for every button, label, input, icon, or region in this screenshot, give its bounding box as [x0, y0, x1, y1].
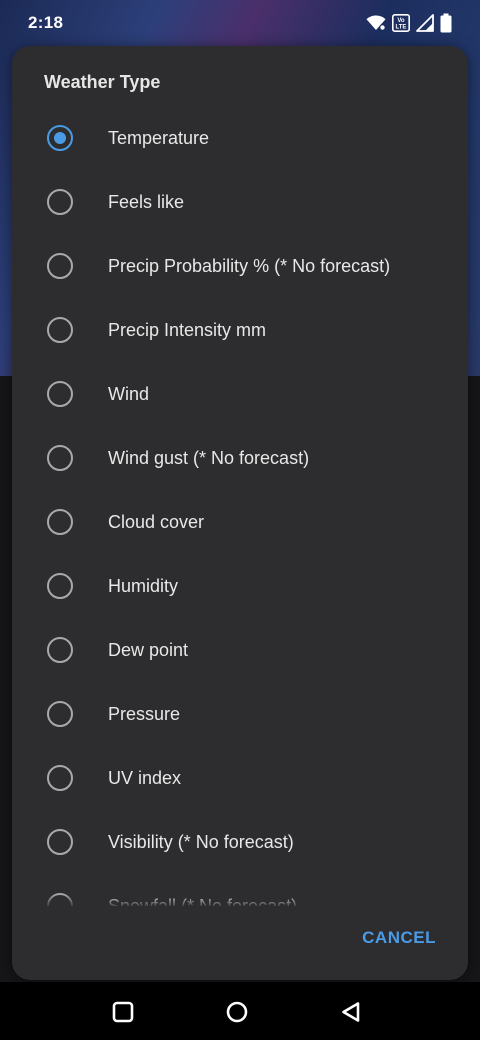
radio-unselected-icon[interactable]	[47, 253, 73, 279]
option-temperature[interactable]: Temperature	[12, 106, 468, 170]
option-wind-gust[interactable]: Wind gust (* No forecast)	[12, 426, 468, 490]
option-label: Feels like	[108, 192, 185, 212]
radio-unselected-icon[interactable]	[47, 189, 73, 215]
radio-unselected-icon[interactable]	[47, 573, 73, 599]
option-label: Temperature	[108, 128, 210, 148]
option-pressure[interactable]: Pressure	[12, 682, 468, 746]
radio-unselected-icon[interactable]	[47, 317, 73, 343]
options-list[interactable]: Temperature Feels like Precip Probabilit…	[12, 106, 468, 906]
status-bar: 2:18 Vo LTE	[0, 0, 480, 46]
dialog-title: Weather Type	[44, 72, 161, 92]
option-precip-probability[interactable]: Precip Probability % (* No forecast)	[12, 234, 468, 298]
radio-unselected-icon[interactable]	[47, 445, 73, 471]
scroll-fade	[12, 894, 468, 908]
home-circle-icon[interactable]	[226, 1001, 248, 1023]
option-label: Cloud cover	[108, 512, 205, 532]
option-label: Wind gust (* No forecast)	[108, 448, 310, 468]
signal-icon	[416, 14, 434, 32]
recents-square-icon[interactable]	[112, 1001, 134, 1023]
option-label: Humidity	[108, 576, 179, 596]
cancel-button[interactable]: CANCEL	[362, 928, 436, 948]
radio-unselected-icon[interactable]	[47, 637, 73, 663]
radio-unselected-icon[interactable]	[47, 765, 73, 791]
option-cloud-cover[interactable]: Cloud cover	[12, 490, 468, 554]
wifi-icon	[366, 15, 386, 30]
volte-icon: Vo LTE	[392, 14, 410, 32]
option-dew-point[interactable]: Dew point	[12, 618, 468, 682]
status-time: 2:18	[28, 13, 64, 32]
radio-selected-icon[interactable]	[47, 125, 73, 151]
radio-unselected-icon[interactable]	[47, 701, 73, 727]
navigation-bar	[0, 982, 480, 1040]
option-precip-intensity[interactable]: Precip Intensity mm	[12, 298, 468, 362]
status-icons: Vo LTE	[366, 13, 452, 33]
radio-unselected-icon[interactable]	[47, 509, 73, 535]
option-label: Visibility (* No forecast)	[108, 832, 294, 852]
option-wind[interactable]: Wind	[12, 362, 468, 426]
svg-text:LTE: LTE	[396, 25, 407, 31]
battery-icon	[440, 13, 452, 33]
svg-text:Vo: Vo	[397, 18, 405, 24]
option-humidity[interactable]: Humidity	[12, 554, 468, 618]
option-label: Dew point	[108, 640, 189, 660]
option-feels-like[interactable]: Feels like	[12, 170, 468, 234]
option-visibility[interactable]: Visibility (* No forecast)	[12, 810, 468, 874]
option-label: Wind	[108, 384, 150, 404]
option-label: Precip Probability % (* No forecast)	[108, 256, 391, 276]
radio-unselected-icon[interactable]	[47, 381, 73, 407]
radio-unselected-icon[interactable]	[47, 829, 73, 855]
back-triangle-icon[interactable]	[340, 1001, 362, 1023]
option-label: Precip Intensity mm	[108, 320, 267, 340]
option-uv-index[interactable]: UV index	[12, 746, 468, 810]
option-label: UV index	[108, 768, 182, 788]
option-label: Pressure	[108, 704, 181, 724]
weather-type-dialog: Weather Type Temperature Feels like Prec…	[12, 46, 468, 980]
